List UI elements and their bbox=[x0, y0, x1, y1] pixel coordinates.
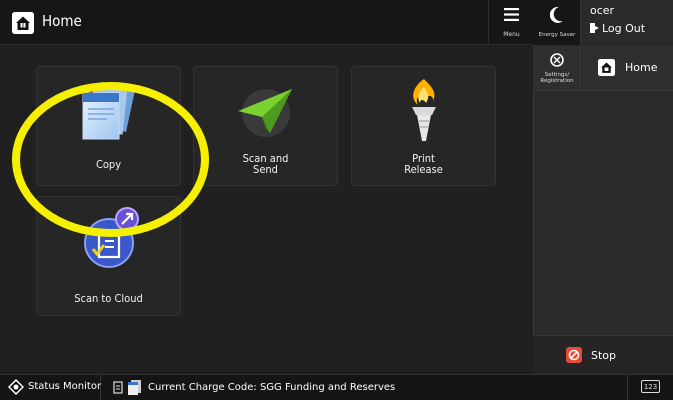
energy-saver-label: Energy Saver bbox=[538, 32, 576, 38]
main-area: Copy Scan and Send Print Release Scan to… bbox=[0, 46, 533, 374]
menu-button[interactable]: Menu bbox=[488, 0, 533, 45]
stop-icon bbox=[566, 347, 582, 363]
scan-to-cloud-icon bbox=[84, 207, 139, 268]
gear-icon bbox=[550, 53, 564, 67]
settings-label: Settings/ Registration bbox=[533, 72, 581, 84]
charge-code-text: Current Charge Code: SGG Funding and Res… bbox=[148, 382, 396, 393]
print-release-label: Print Release bbox=[404, 152, 443, 176]
status-monitor-icon bbox=[8, 379, 24, 395]
settings-registration-button[interactable]: Settings/ Registration bbox=[533, 46, 581, 91]
energy-saver-button[interactable]: Energy Saver bbox=[533, 0, 581, 45]
logout-icon bbox=[590, 23, 599, 33]
home-button[interactable]: Home bbox=[582, 46, 673, 91]
torch-icon bbox=[412, 79, 436, 141]
menu-icon bbox=[504, 8, 519, 21]
copy-icon bbox=[82, 81, 136, 140]
moon-icon bbox=[550, 6, 563, 23]
stop-label: Stop bbox=[591, 349, 617, 362]
scan-to-cloud-label: Scan to Cloud bbox=[74, 292, 143, 305]
scan-to-cloud-tile[interactable]: Scan to Cloud bbox=[36, 196, 181, 316]
stop-button[interactable]: Stop bbox=[533, 335, 673, 374]
paper-plane-icon bbox=[238, 89, 292, 137]
scan-docs-icon bbox=[128, 380, 141, 395]
home-icon bbox=[598, 59, 615, 76]
print-release-tile[interactable]: Print Release bbox=[351, 66, 496, 186]
home-icon bbox=[12, 12, 34, 34]
status-monitor-label: Status Monitor bbox=[28, 381, 102, 392]
user-name: ocer bbox=[590, 4, 615, 17]
scan-and-send-label: Scan and Send bbox=[242, 152, 289, 176]
page-title: Home bbox=[42, 12, 82, 30]
status-monitor-button[interactable]: Status Monitor bbox=[0, 374, 101, 400]
keypad-icon: 123 bbox=[641, 380, 660, 393]
copy-tile[interactable]: Copy bbox=[36, 66, 181, 186]
numeric-keypad-button[interactable]: 123 bbox=[627, 374, 673, 400]
logout-label: Log Out bbox=[602, 22, 646, 35]
document-icon bbox=[113, 381, 123, 394]
copy-label: Copy bbox=[95, 158, 122, 171]
menu-label: Menu bbox=[503, 31, 520, 38]
home-button-label: Home bbox=[625, 61, 658, 74]
scan-and-send-tile[interactable]: Scan and Send bbox=[193, 66, 338, 186]
settings-label-line2: Registration bbox=[540, 78, 574, 84]
